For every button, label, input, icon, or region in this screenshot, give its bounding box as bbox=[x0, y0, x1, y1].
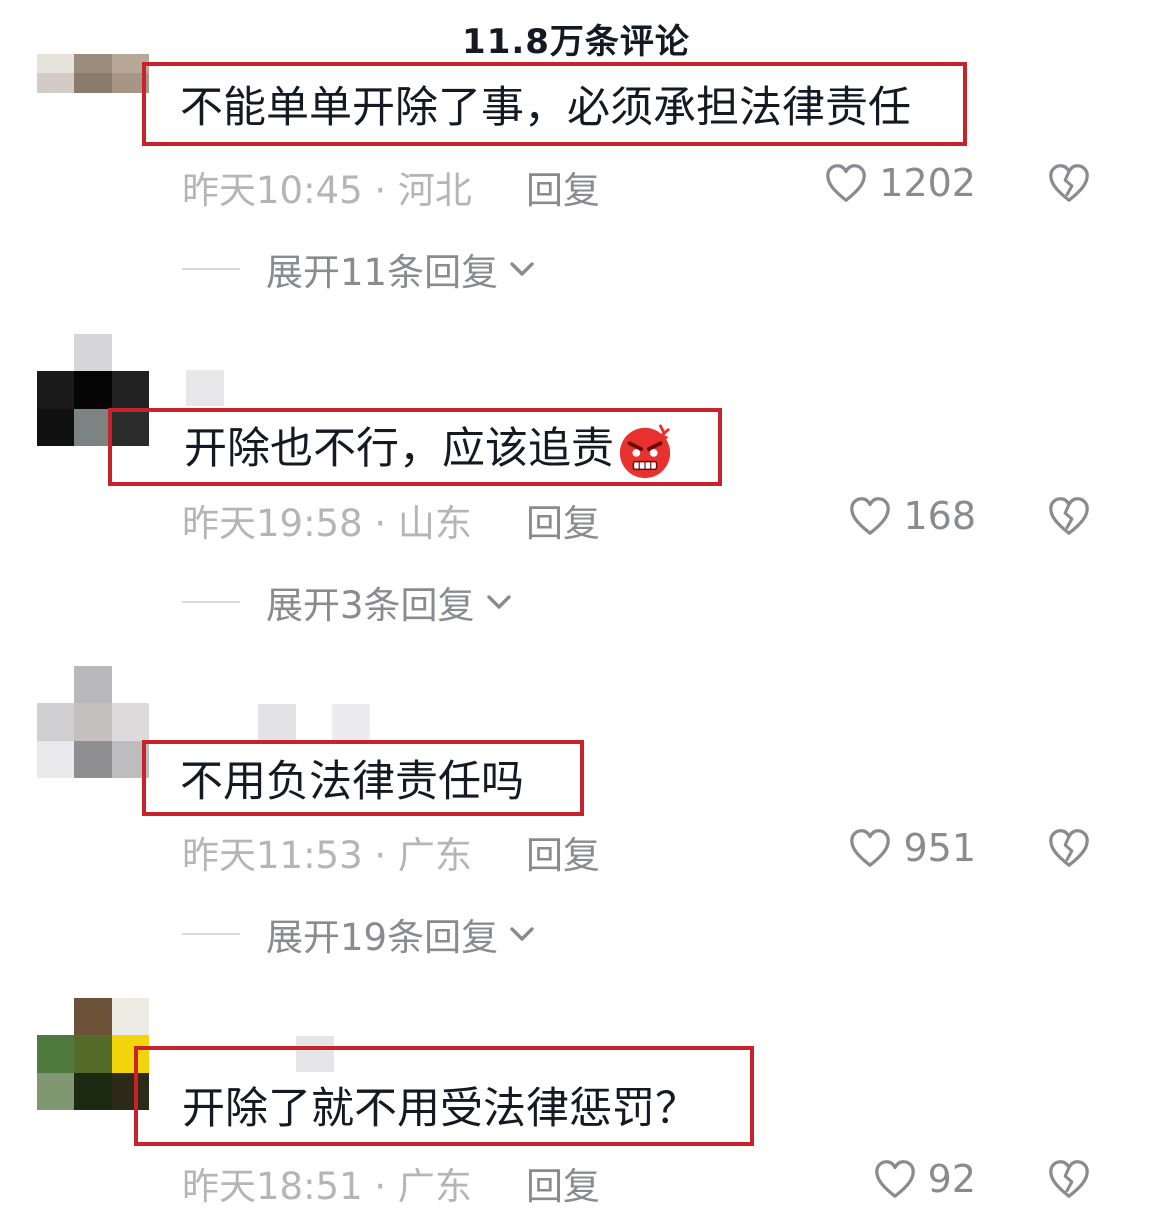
avatar[interactable] bbox=[37, 54, 149, 112]
broken-heart-icon[interactable] bbox=[1046, 1156, 1092, 1202]
comment-text-wrapper: 开除也不行，应该追责 bbox=[112, 414, 674, 481]
reply-button[interactable]: 回复 bbox=[526, 493, 600, 547]
expand-replies-button[interactable]: 展开19条回复 bbox=[182, 909, 538, 959]
username-mosaic bbox=[258, 704, 370, 740]
like-button[interactable]: 168 bbox=[847, 491, 976, 541]
expand-replies-button[interactable]: 展开3条回复 bbox=[182, 577, 515, 627]
username-mosaic bbox=[186, 370, 224, 406]
comment-meta: 昨天18:51 · 广东 回复 92 bbox=[182, 1154, 1102, 1208]
highlighted-comment-box: 不能单单开除了事，必须承担法律责任 bbox=[142, 62, 967, 146]
avatar[interactable] bbox=[37, 666, 149, 778]
avatar[interactable] bbox=[37, 998, 149, 1110]
like-button[interactable]: 951 bbox=[847, 823, 976, 873]
comment-text: 不能单单开除了事，必须承担法律责任 bbox=[180, 83, 911, 133]
like-button[interactable]: 1202 bbox=[823, 158, 976, 208]
reply-button[interactable]: 回复 bbox=[526, 160, 600, 214]
broken-heart-icon[interactable] bbox=[1046, 825, 1092, 871]
comment-time-location: 昨天10:45 · 河北 bbox=[182, 169, 472, 212]
expand-replies-label: 展开19条回复 bbox=[266, 916, 499, 959]
heart-outline-icon bbox=[850, 497, 891, 535]
chevron-down-icon bbox=[486, 595, 511, 609]
like-count: 168 bbox=[903, 494, 976, 538]
comment-time-location: 昨天11:53 · 广东 bbox=[182, 834, 472, 877]
broken-heart-icon[interactable] bbox=[1046, 493, 1092, 539]
expand-replies-label: 展开11条回复 bbox=[266, 251, 499, 294]
comment-text: 开除了就不用受法律惩罚？ bbox=[182, 1084, 698, 1134]
comment-time-location: 昨天18:51 · 广东 bbox=[182, 1165, 472, 1208]
heart-outline-icon bbox=[850, 829, 891, 867]
expand-replies-button[interactable]: 展开11条回复 bbox=[182, 244, 538, 294]
comment-meta: 昨天10:45 · 河北 回复 1202 bbox=[182, 158, 1102, 212]
comment-meta: 昨天11:53 · 广东 回复 951 bbox=[182, 823, 1102, 877]
chevron-down-icon bbox=[510, 927, 534, 941]
chevron-down-icon bbox=[510, 262, 534, 276]
highlighted-comment-box: 不用负法律责任吗 bbox=[142, 740, 584, 816]
heart-outline-icon bbox=[826, 164, 867, 202]
like-count: 951 bbox=[903, 826, 976, 870]
highlighted-comment-box: 开除了就不用受法律惩罚？ bbox=[134, 1046, 754, 1146]
comment-meta: 昨天19:58 · 山东 回复 168 bbox=[182, 491, 1102, 545]
divider-line bbox=[182, 268, 240, 270]
heart-outline-icon bbox=[874, 1160, 915, 1198]
reply-button[interactable]: 回复 bbox=[526, 825, 600, 879]
reply-button[interactable]: 回复 bbox=[526, 1156, 600, 1210]
like-count: 92 bbox=[927, 1157, 976, 1201]
expand-replies-label: 展开3条回复 bbox=[266, 584, 475, 627]
comment-text: 开除也不行，应该追责 bbox=[184, 423, 614, 474]
highlighted-comment-box: 开除也不行，应该追责 bbox=[108, 408, 722, 486]
comment-time-location: 昨天19:58 · 山东 bbox=[182, 502, 472, 545]
like-count: 1202 bbox=[879, 161, 976, 205]
angry-face-emoji-icon bbox=[619, 424, 671, 479]
divider-line bbox=[182, 601, 240, 603]
comments-count-title: 11.8万条评论 bbox=[462, 22, 690, 62]
like-button[interactable]: 92 bbox=[872, 1154, 976, 1204]
comment-text: 不用负法律责任吗 bbox=[180, 757, 524, 807]
divider-line bbox=[182, 933, 240, 935]
broken-heart-icon[interactable] bbox=[1046, 160, 1092, 206]
